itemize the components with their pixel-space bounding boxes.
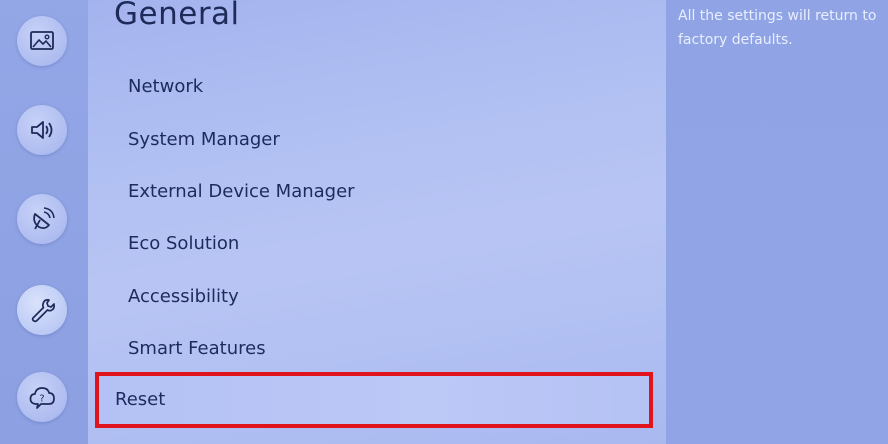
menu-item-external-device-manager[interactable]: External Device Manager (128, 174, 355, 210)
sound-category-button[interactable] (17, 105, 67, 155)
sound-icon (31, 121, 53, 139)
picture-icon (30, 31, 54, 50)
menu-item-network[interactable]: Network (128, 69, 203, 105)
category-sidebar: ? (0, 0, 88, 444)
svg-text:?: ? (39, 394, 44, 405)
general-settings-panel: General Network System Manager External … (88, 0, 666, 444)
help-description: All the settings will return to factory … (678, 8, 877, 48)
menu-item-system-manager[interactable]: System Manager (128, 122, 280, 158)
general-icon (31, 298, 56, 323)
support-icon: ? (29, 387, 55, 409)
page-title: General (114, 0, 240, 32)
support-category-button[interactable]: ? (17, 372, 67, 422)
menu-item-reset[interactable]: Reset (95, 372, 653, 428)
help-panel: All the settings will return to factory … (666, 0, 888, 444)
general-category-button[interactable] (17, 285, 67, 335)
menu-item-eco-solution[interactable]: Eco Solution (128, 226, 239, 262)
broadcasting-icon (33, 207, 55, 230)
reset-label: Reset (115, 389, 166, 410)
menu-item-smart-features[interactable]: Smart Features (128, 331, 266, 367)
picture-category-button[interactable] (17, 16, 67, 66)
broadcasting-category-button[interactable] (17, 194, 67, 244)
menu-item-accessibility[interactable]: Accessibility (128, 279, 239, 315)
